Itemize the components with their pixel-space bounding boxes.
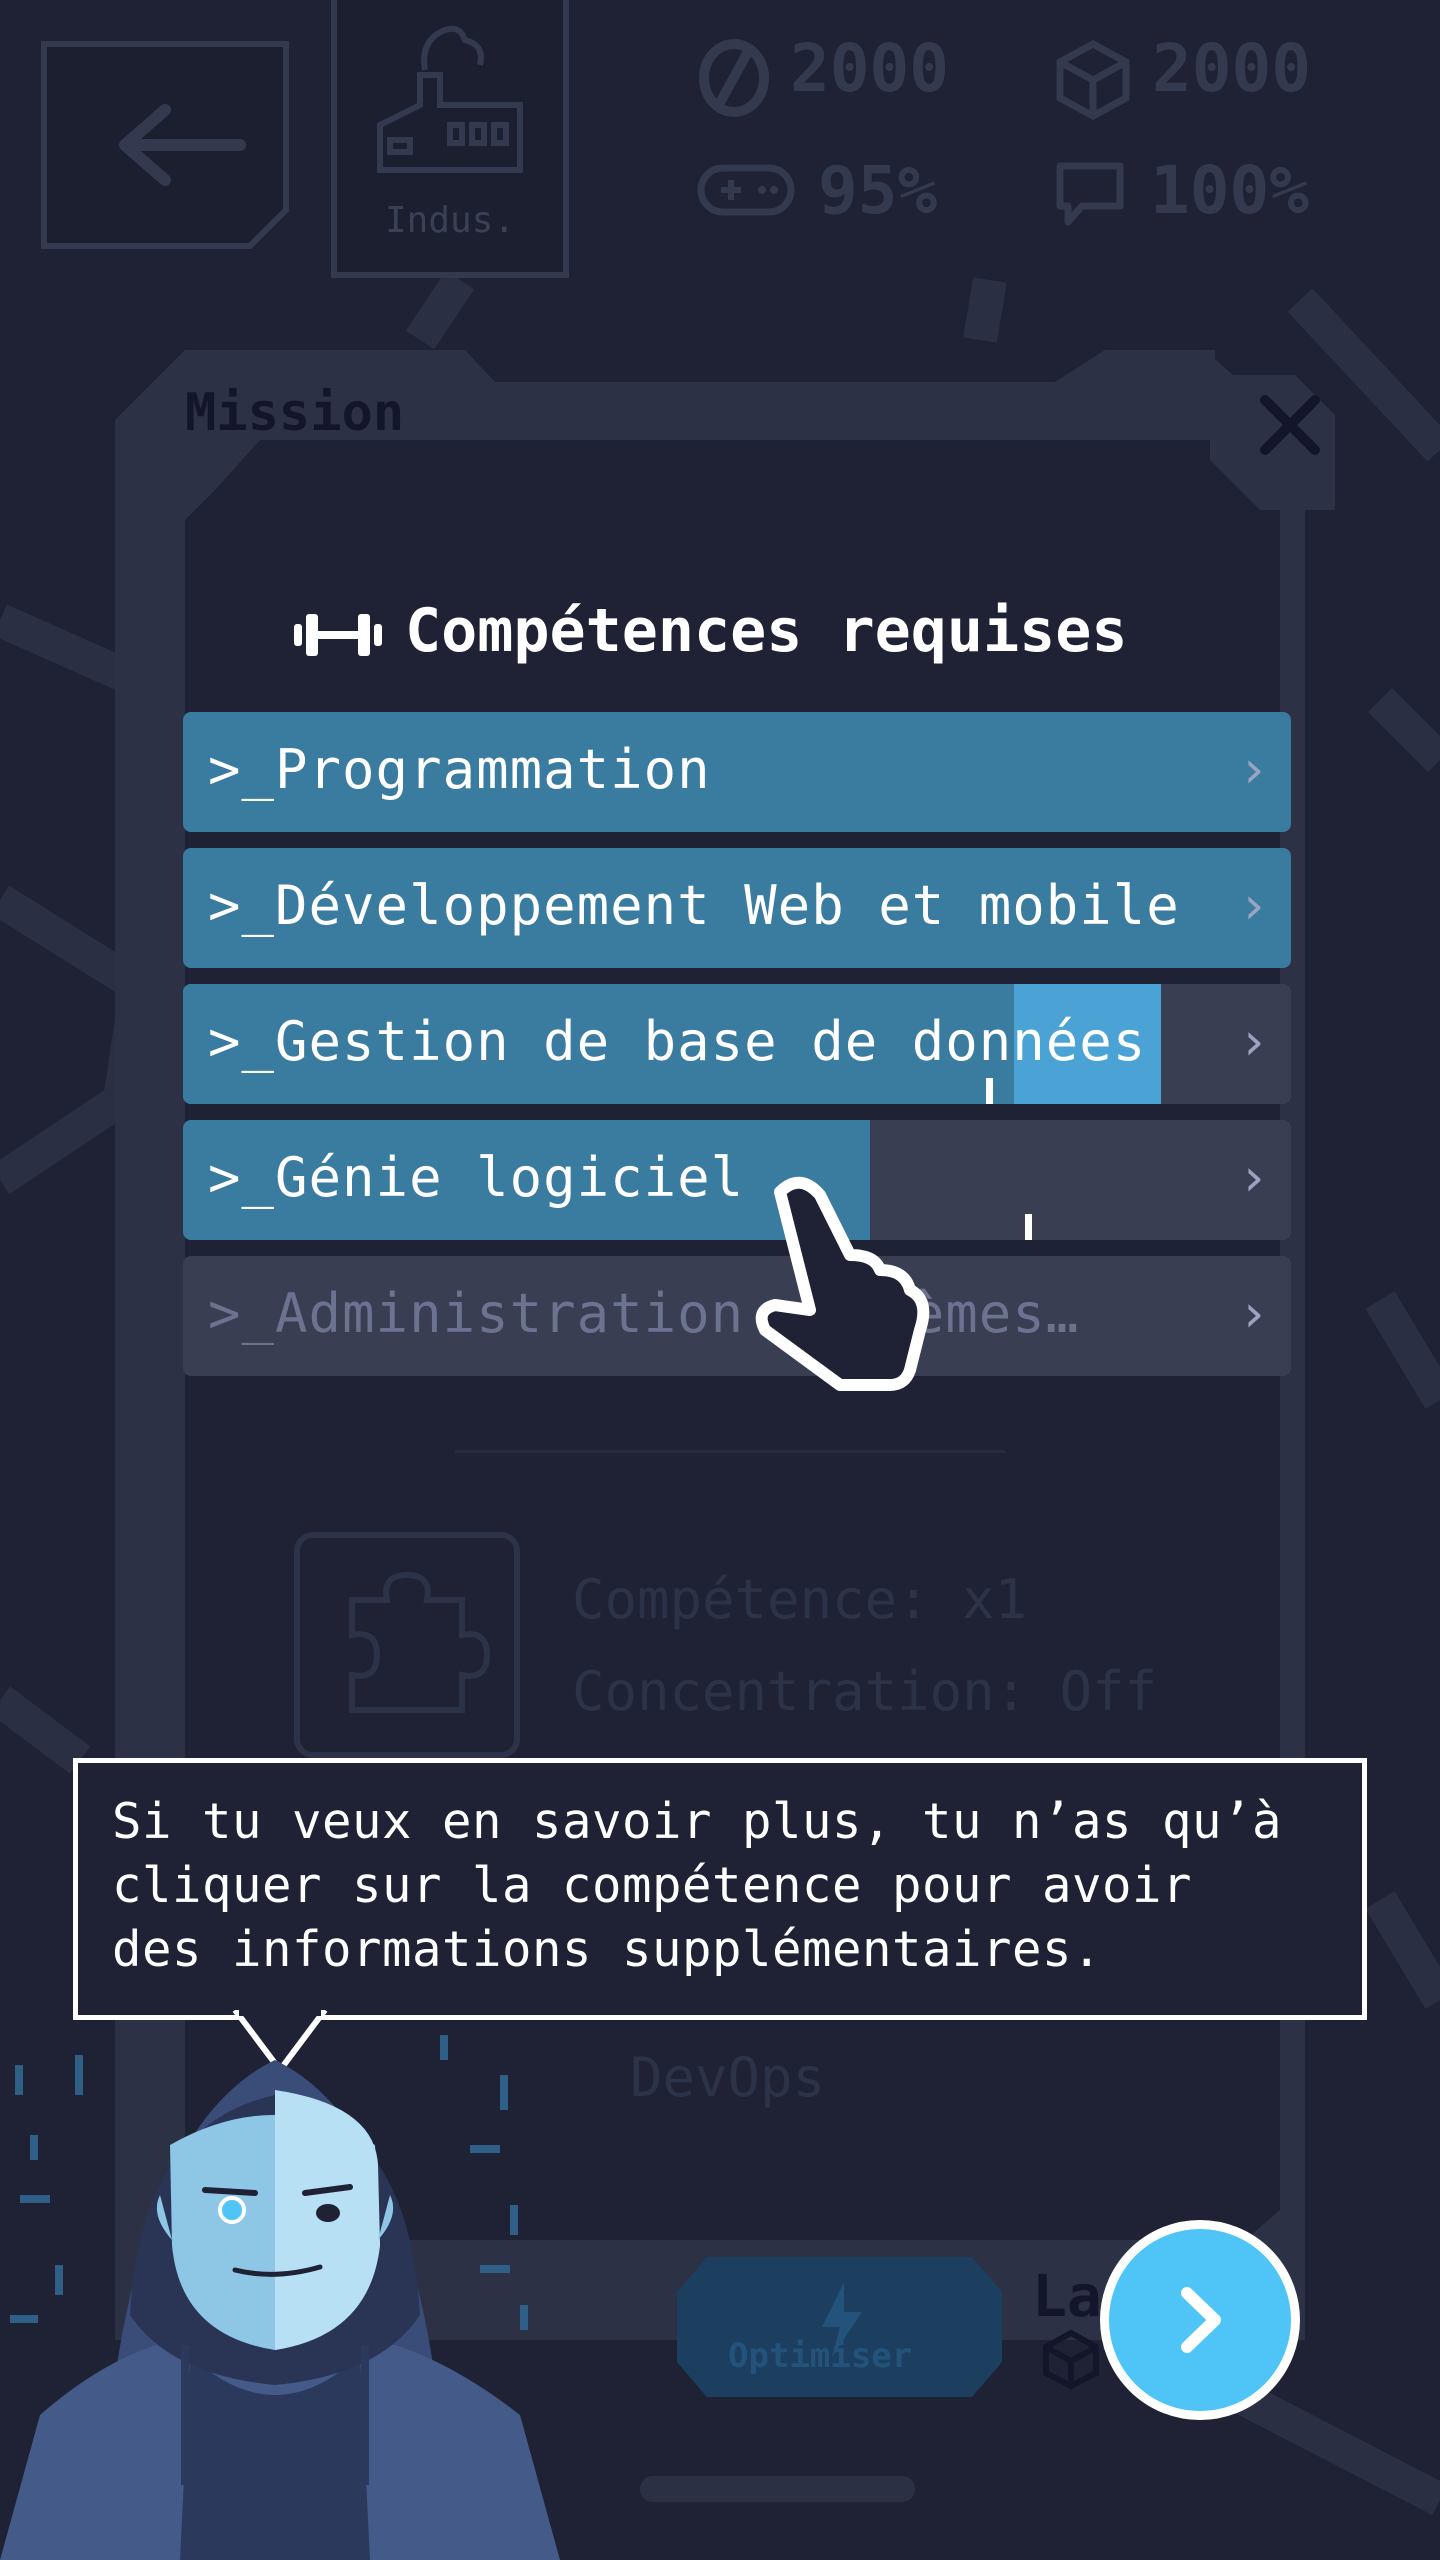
chat-icon bbox=[1056, 162, 1124, 226]
puzzle-icon bbox=[294, 1532, 520, 1758]
scroll-indicator bbox=[640, 2476, 915, 2502]
category-label: Indus. bbox=[384, 200, 516, 241]
skill-label: >_Programmation bbox=[208, 738, 711, 801]
chevron-right-icon: › bbox=[1237, 740, 1269, 800]
launch-label: La bbox=[1032, 2262, 1102, 2330]
skill-administration-systemes[interactable]: >_Administration systèmes… › bbox=[183, 1256, 1291, 1376]
skill-label: >_Génie logiciel bbox=[208, 1146, 745, 1209]
skill-developpement-web-mobile[interactable]: >_Développement Web et mobile › bbox=[183, 848, 1291, 968]
gamepad-icon bbox=[697, 164, 795, 216]
fun-value: 95% bbox=[818, 152, 938, 229]
money-icon bbox=[699, 39, 769, 117]
skill-genie-logiciel[interactable]: >_Génie logiciel › bbox=[183, 1120, 1291, 1240]
competence-stat: Compétence: x1 bbox=[572, 1568, 1028, 1631]
optimize-label: Optimiser bbox=[728, 2336, 913, 2376]
divider bbox=[455, 1450, 1005, 1453]
dumbbell-icon bbox=[294, 614, 382, 656]
chevron-right-icon: › bbox=[1237, 876, 1269, 936]
devops-label: DevOps bbox=[630, 2046, 826, 2109]
chevron-right-icon: › bbox=[1237, 1284, 1269, 1344]
chevron-right-icon bbox=[1181, 2287, 1221, 2353]
close-icon[interactable] bbox=[1255, 390, 1325, 460]
chevron-right-icon: › bbox=[1237, 1012, 1269, 1072]
required-level-marker bbox=[1025, 1214, 1032, 1240]
cube-icon bbox=[1056, 40, 1130, 120]
required-level-marker bbox=[986, 1078, 993, 1104]
chevron-right-icon: › bbox=[1237, 1148, 1269, 1208]
money-value: 2000 bbox=[790, 30, 949, 107]
skill-label: >_Administration systèmes… bbox=[208, 1282, 1080, 1345]
skill-programmation[interactable]: >_Programmation › bbox=[183, 712, 1291, 832]
skill-gestion-base-donnees[interactable]: >_Gestion de base de données › bbox=[183, 984, 1291, 1104]
tutorial-message: Si tu veux en savoir plus, tu n’as qu’à … bbox=[112, 1793, 1283, 1978]
mission-title: Mission bbox=[185, 383, 405, 443]
pointing-hand-icon bbox=[755, 1176, 930, 1391]
cube-icon bbox=[1043, 2329, 1099, 2390]
section-title: Compétences requises bbox=[405, 596, 1128, 666]
back-button[interactable] bbox=[40, 40, 290, 250]
communication-value: 100% bbox=[1150, 152, 1309, 229]
next-button[interactable] bbox=[1100, 2220, 1300, 2420]
skill-label: >_Gestion de base de données bbox=[208, 1010, 1147, 1073]
skill-label: >_Développement Web et mobile bbox=[208, 874, 1180, 937]
concentration-stat: Concentration: Off bbox=[572, 1660, 1158, 1723]
optimize-button[interactable] bbox=[672, 2252, 1007, 2402]
hacker-character bbox=[0, 2035, 560, 2560]
resources-value: 2000 bbox=[1152, 30, 1311, 107]
